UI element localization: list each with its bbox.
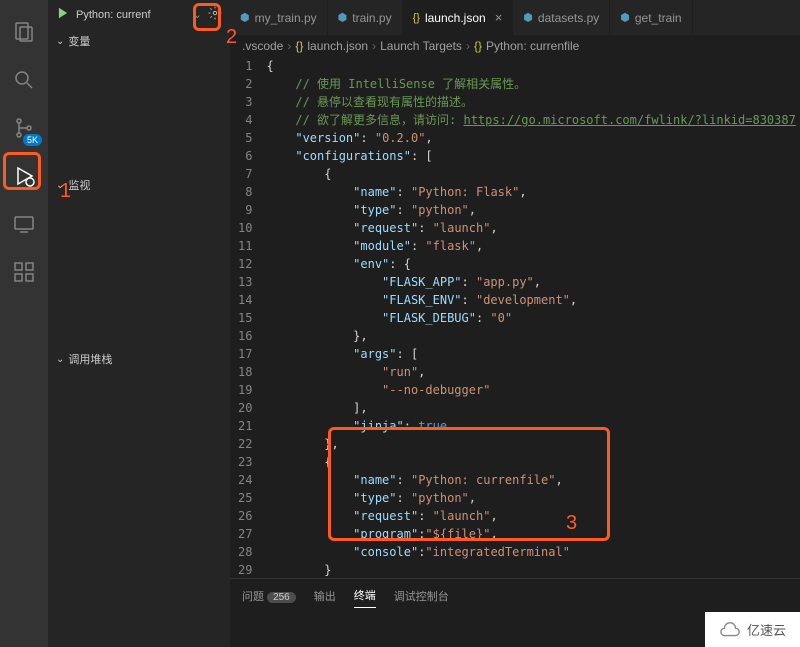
gutter: 1234567891011121314151617181920212223242… xyxy=(230,57,266,578)
remote-icon[interactable] xyxy=(0,200,48,248)
gear-icon[interactable] xyxy=(208,6,222,23)
python-icon: ⬢ xyxy=(523,11,533,24)
json-icon: {} xyxy=(413,12,420,24)
editor-tabs: ⬢my_train.py⬢train.py{}launch.json×⬢data… xyxy=(230,0,800,35)
chevron-down-icon: ⌄ xyxy=(56,36,64,47)
debug-config-selector[interactable]: Python: currenf ⌄ xyxy=(48,0,230,29)
tab-datasets-py[interactable]: ⬢datasets.py xyxy=(513,0,610,35)
terminal-tab[interactable]: 终端 xyxy=(354,583,376,608)
scm-badge: 5K xyxy=(23,134,42,146)
search-icon[interactable] xyxy=(0,56,48,104)
breadcrumb[interactable]: .vscode › {} launch.json › Launch Target… xyxy=(230,35,800,57)
code-editor[interactable]: 1234567891011121314151617181920212223242… xyxy=(230,57,800,578)
output-tab[interactable]: 输出 xyxy=(314,584,336,608)
extensions-icon[interactable] xyxy=(0,248,48,296)
run-debug-icon[interactable] xyxy=(0,152,48,200)
debug-sidebar: Python: currenf ⌄ ⌄ 变量 ⌄ 监视 ⌄ 调用堆栈 xyxy=(48,0,230,647)
problems-tab[interactable]: 问题 256 xyxy=(242,584,296,608)
python-icon: ⬢ xyxy=(620,11,630,24)
tab-launch-json[interactable]: {}launch.json× xyxy=(403,0,514,35)
chevron-down-icon: ⌄ xyxy=(56,354,64,365)
callstack-section[interactable]: ⌄ 调用堆栈 xyxy=(48,347,230,371)
chevron-down-icon: ⌄ xyxy=(56,180,64,191)
panel-tabs: 问题 256 输出 终端 调试控制台 xyxy=(230,578,800,612)
activity-bar: 5K xyxy=(0,0,48,647)
tab-train-py[interactable]: ⬢train.py xyxy=(328,0,403,35)
config-name: Python: currenf xyxy=(76,9,187,21)
explorer-icon[interactable] xyxy=(0,8,48,56)
tab-my_train-py[interactable]: ⬢my_train.py xyxy=(230,0,328,35)
variables-section[interactable]: ⌄ 变量 xyxy=(48,29,230,53)
debug-console-tab[interactable]: 调试控制台 xyxy=(394,584,449,608)
source-control-icon[interactable]: 5K xyxy=(0,104,48,152)
close-icon[interactable]: × xyxy=(495,10,503,25)
code-content[interactable]: { // 使用 IntelliSense 了解相关属性。 // 悬停以查看现有属… xyxy=(266,57,800,578)
watermark: 亿速云 xyxy=(705,612,800,647)
python-icon: ⬢ xyxy=(240,11,250,24)
watch-section[interactable]: ⌄ 监视 xyxy=(48,173,230,197)
chevron-down-icon[interactable]: ⌄ xyxy=(193,8,202,21)
python-icon: ⬢ xyxy=(338,11,348,24)
start-debug-icon[interactable] xyxy=(56,6,70,23)
tab-get_train[interactable]: ⬢get_train xyxy=(610,0,692,35)
